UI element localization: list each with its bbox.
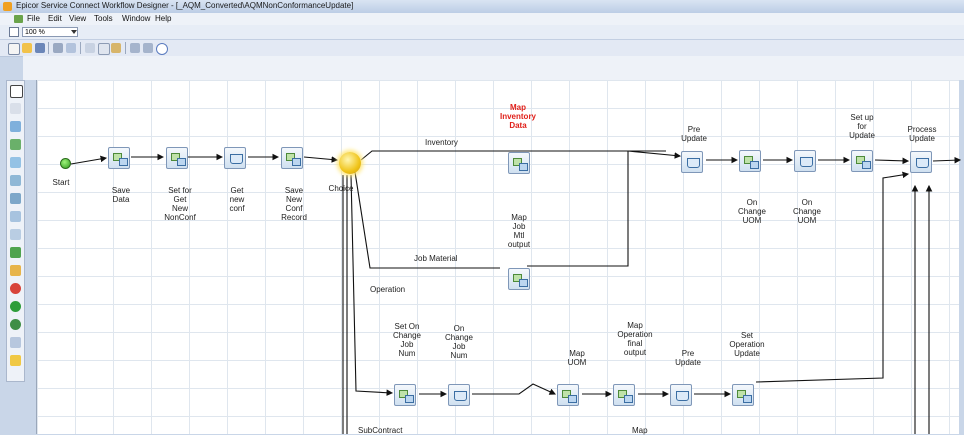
activity-on-change-uom-1[interactable] <box>739 150 761 172</box>
activity-set-get-new[interactable] <box>166 147 188 169</box>
activity-label: Save Data <box>111 186 131 204</box>
activity-label: On Change UOM <box>737 198 767 225</box>
activity-label: Map UOM <box>567 349 587 367</box>
activity-label: Map Operation final output <box>617 321 653 357</box>
activity-label: Set up for Update <box>849 113 875 140</box>
activity-set-up-update[interactable] <box>851 150 873 172</box>
choice-label: Choice <box>328 184 354 193</box>
activity-process-update[interactable] <box>910 151 932 173</box>
start-label: Start <box>52 178 70 187</box>
activity-map-inventory[interactable] <box>508 152 530 174</box>
activity-label: Set On Change Job Num <box>392 322 422 358</box>
activity-map-job-mtl[interactable] <box>508 268 530 290</box>
activity-pre-update-top[interactable] <box>681 151 703 173</box>
activity-label: On Change Job Num <box>444 324 474 360</box>
activity-label-highlighted: Map Inventory Data <box>499 103 537 130</box>
branch-label-operation: Operation <box>370 285 406 294</box>
activity-label: On Change UOM <box>792 198 822 225</box>
activity-label: Process Update <box>907 125 937 143</box>
activity-get-new-conf[interactable] <box>224 147 246 169</box>
start-node[interactable] <box>60 158 71 169</box>
activity-on-change-job[interactable] <box>448 384 470 406</box>
activity-save-data[interactable] <box>108 147 130 169</box>
activity-label: Set Operation Update <box>729 331 765 358</box>
activity-save-new-conf[interactable] <box>281 147 303 169</box>
activity-label: Map Job Mtl output <box>507 213 531 249</box>
activity-pre-update-bottom[interactable] <box>670 384 692 406</box>
activity-label: Save New Conf Record <box>281 186 307 222</box>
activity-on-change-uom-2[interactable] <box>794 150 816 172</box>
activity-map-op-final[interactable] <box>613 384 635 406</box>
activity-map-uom[interactable] <box>557 384 579 406</box>
activity-label: Pre Update <box>681 125 707 143</box>
branch-label-inventory: Inventory <box>425 138 458 147</box>
choice-node[interactable] <box>339 152 361 174</box>
branch-label-job-material: Job Material <box>414 254 458 263</box>
activity-set-on-change-job[interactable] <box>394 384 416 406</box>
activity-label: Set for Get New NonConf <box>164 186 196 222</box>
activity-label: Get new conf <box>229 186 245 213</box>
activity-label: Pre Update <box>675 349 701 367</box>
activity-set-op-update[interactable] <box>732 384 754 406</box>
